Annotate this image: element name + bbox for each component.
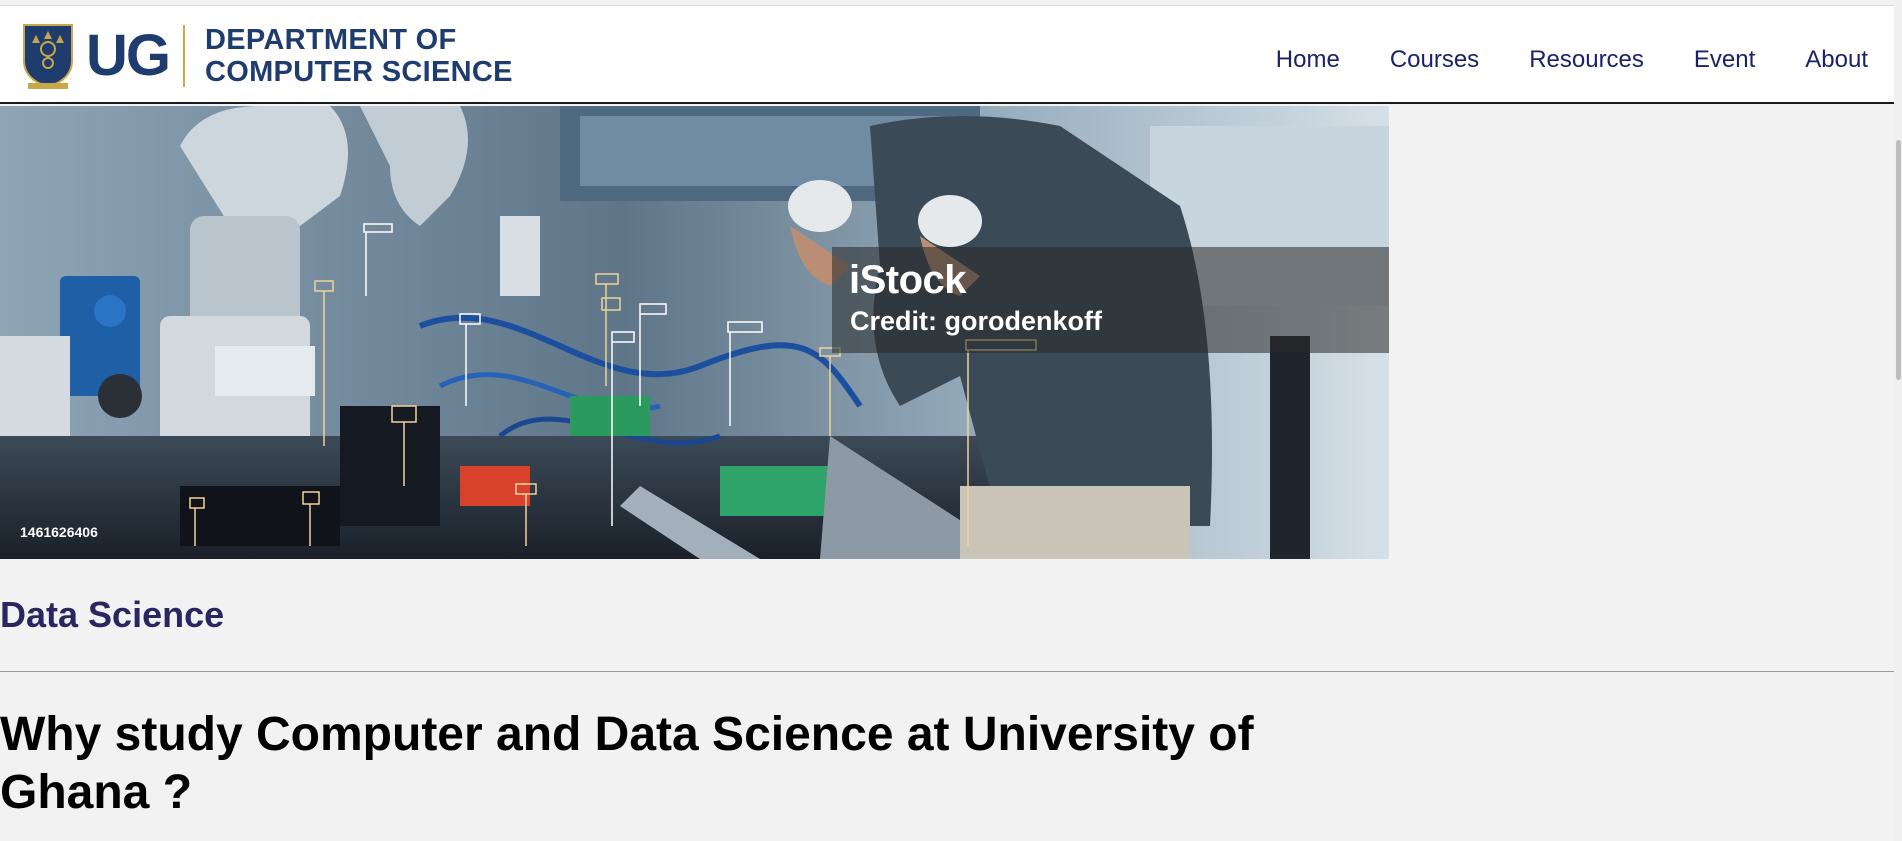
page-scrollbar[interactable] <box>1894 0 1902 841</box>
istock-credit: Credit: gorodenkoff <box>850 306 1102 336</box>
logo-divider <box>183 25 185 87</box>
nav-event[interactable]: Event <box>1694 46 1755 74</box>
site-header: UG DEPARTMENT OF COMPUTER SCIENCE Home C… <box>0 5 1894 104</box>
page: UG DEPARTMENT OF COMPUTER SCIENCE Home C… <box>0 0 1902 841</box>
logo-ug-text: UG <box>86 23 171 88</box>
nav-home[interactable]: Home <box>1276 46 1340 74</box>
section-title: Data Science <box>0 594 225 635</box>
main-nav: Home Courses Resources Event About <box>1276 46 1868 74</box>
section-divider <box>0 671 1894 672</box>
istock-watermark-logo: iStock <box>849 258 967 302</box>
site-logo[interactable]: UG DEPARTMENT OF COMPUTER SCIENCE <box>20 20 513 92</box>
ug-crest-icon <box>23 24 73 89</box>
scrollbar-thumb[interactable] <box>1896 140 1901 380</box>
nav-about[interactable]: About <box>1805 46 1868 74</box>
department-name: DEPARTMENT OF COMPUTER SCIENCE <box>205 24 513 88</box>
nav-courses[interactable]: Courses <box>1390 46 1479 74</box>
stock-image-id: 1461626406 <box>20 524 98 540</box>
dept-line-2: COMPUTER SCIENCE <box>205 56 513 88</box>
page-heading: Why study Computer and Data Science at U… <box>0 708 1254 819</box>
dept-line-1: DEPARTMENT OF <box>205 24 457 56</box>
nav-resources[interactable]: Resources <box>1529 46 1644 74</box>
hero-image <box>0 106 1389 559</box>
